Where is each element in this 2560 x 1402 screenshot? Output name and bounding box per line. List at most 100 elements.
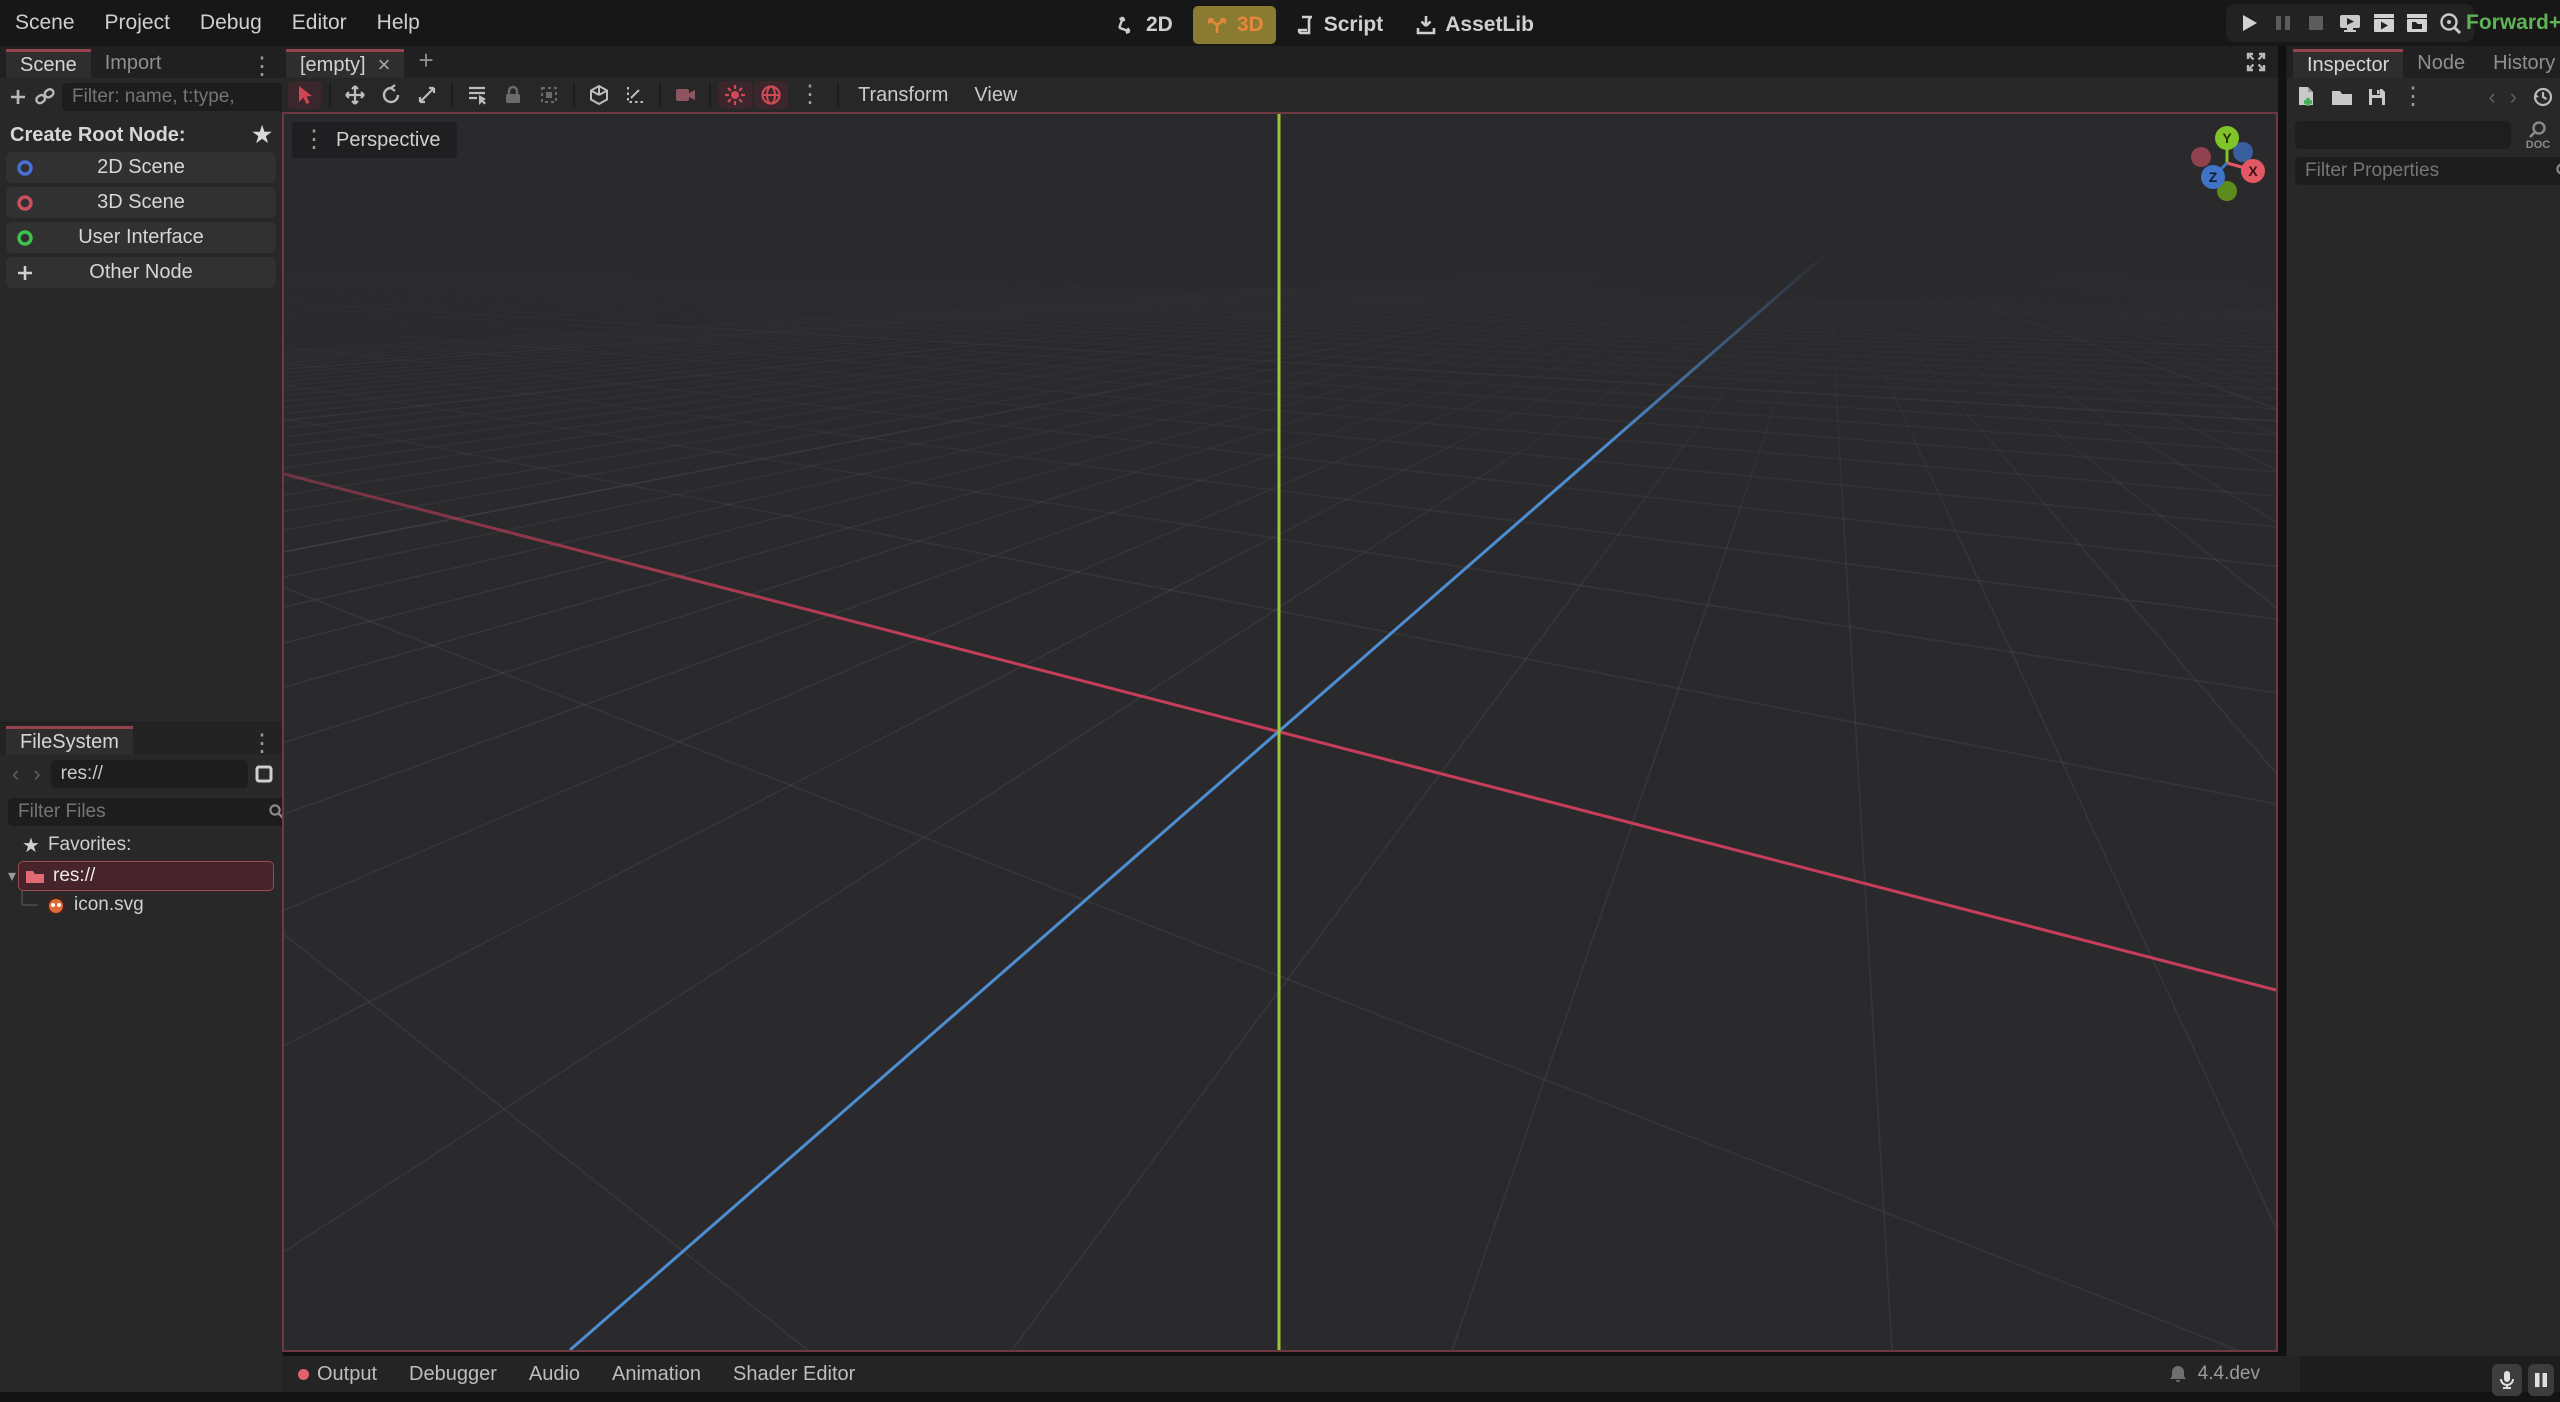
tree-branch-line xyxy=(16,891,38,919)
bottom-tab-audio[interactable]: Audio xyxy=(513,1356,596,1392)
open-docs-search-icon[interactable]: DOC xyxy=(2525,120,2551,150)
tab-filesystem[interactable]: FileSystem xyxy=(6,726,133,755)
transform-menu[interactable]: Transform xyxy=(846,84,960,107)
perspective-menu[interactable]: ⋮ Perspective xyxy=(292,122,457,158)
control-node-icon xyxy=(16,229,34,247)
inspector-toolbar: ⋮ ‹ › xyxy=(2287,78,2560,116)
filesystem-menu-icon[interactable]: ⋮ xyxy=(242,739,282,749)
tree-root-row[interactable]: ▾ res:// xyxy=(0,861,282,891)
scene-dock-tabbar: Scene Import ⋮ xyxy=(0,46,282,78)
microphone-button[interactable] xyxy=(2492,1364,2522,1396)
workspace-3d-button[interactable]: 3D xyxy=(1193,6,1276,44)
movie-maker-icon[interactable] xyxy=(2437,9,2465,37)
create-root-node-row: Create Root Node: ★ xyxy=(0,116,282,152)
camera-preview-icon[interactable] xyxy=(668,81,702,109)
toggle-split-mode-icon[interactable] xyxy=(254,764,274,784)
workspace-2d-button[interactable]: 2D xyxy=(1104,6,1185,44)
history-forward-icon[interactable]: › xyxy=(29,761,44,787)
play-scene-button[interactable] xyxy=(2370,9,2398,37)
new-resource-icon[interactable] xyxy=(2295,86,2317,108)
resource-menu-icon[interactable]: ⋮ xyxy=(2393,92,2433,102)
node2d-icon xyxy=(16,159,34,177)
tab-import[interactable]: Import xyxy=(91,49,176,78)
viewport-toolbar: ⋮ Transform View xyxy=(282,78,2278,112)
menu-debug[interactable]: Debug xyxy=(185,0,277,46)
viewport-3d[interactable]: ⋮ Perspective Y X Z xyxy=(282,112,2278,1352)
workspace-assetlib-button[interactable]: AssetLib xyxy=(1403,6,1546,44)
tab-history[interactable]: History xyxy=(2479,49,2560,78)
stop-button[interactable] xyxy=(2302,9,2330,37)
scale-tool-button[interactable] xyxy=(410,81,444,109)
menu-scene[interactable]: Scene xyxy=(0,0,90,46)
scene-dock-menu-icon[interactable]: ⋮ xyxy=(242,62,282,72)
pause-indicator-button[interactable] xyxy=(2528,1364,2554,1396)
bottom-tab-debugger[interactable]: Debugger xyxy=(393,1356,513,1392)
pause-bars-icon xyxy=(2534,1372,2548,1388)
menu-help[interactable]: Help xyxy=(362,0,435,46)
play-custom-scene-button[interactable] xyxy=(2403,9,2431,37)
filter-properties-input[interactable] xyxy=(2295,157,2560,185)
axis-gizmo[interactable]: Y X Z xyxy=(2157,114,2278,234)
preview-options-menu-icon[interactable]: ⋮ xyxy=(790,90,830,100)
edit-back-icon[interactable]: ‹ xyxy=(2484,84,2499,110)
edit-forward-icon[interactable]: › xyxy=(2506,84,2521,110)
pause-button[interactable] xyxy=(2269,9,2297,37)
save-icon[interactable] xyxy=(2367,87,2387,107)
distraction-free-icon[interactable] xyxy=(2246,52,2266,72)
instance-scene-link-icon[interactable] xyxy=(34,87,56,107)
bottom-tab-output[interactable]: Output xyxy=(282,1356,393,1392)
view-menu[interactable]: View xyxy=(962,84,1029,107)
scene-tab-bar: [empty] × + xyxy=(282,46,2278,78)
tab-node[interactable]: Node xyxy=(2403,49,2479,78)
playback-controls xyxy=(2226,4,2474,42)
folder-icon xyxy=(25,868,45,884)
ruler-icon[interactable] xyxy=(618,81,652,109)
svg-text:Y: Y xyxy=(2222,130,2232,146)
menu-project[interactable]: Project xyxy=(90,0,185,46)
select-tool-button[interactable] xyxy=(288,81,322,109)
create-2d-scene-button[interactable]: 2D Scene xyxy=(6,152,276,183)
gizmo-neg-x-ball[interactable] xyxy=(2191,147,2211,167)
list-select-icon[interactable] xyxy=(460,81,494,109)
viewport-axes xyxy=(284,114,2276,1350)
tab-scene[interactable]: Scene xyxy=(6,49,91,78)
load-resource-folder-icon[interactable] xyxy=(2331,88,2353,106)
svg-text:Z: Z xyxy=(2209,169,2218,185)
snap-cube-icon[interactable] xyxy=(582,81,616,109)
move-tool-button[interactable] xyxy=(338,81,372,109)
menu-editor[interactable]: Editor xyxy=(277,0,362,46)
filter-files-input[interactable] xyxy=(8,798,293,826)
add-node-icon[interactable] xyxy=(8,87,28,107)
edit-history-icon[interactable] xyxy=(2531,86,2553,108)
tree-file-row[interactable]: icon.svg xyxy=(0,891,282,919)
lock-icon[interactable] xyxy=(496,81,530,109)
bottom-tab-shader-editor[interactable]: Shader Editor xyxy=(717,1356,871,1392)
selected-folder-row[interactable]: res:// xyxy=(18,861,274,891)
play-button[interactable] xyxy=(2235,9,2263,37)
new-scene-tab-button[interactable]: + xyxy=(404,45,447,78)
preview-sunlight-icon[interactable] xyxy=(718,81,752,109)
inspector-dock: Inspector Node History ⋮ ⋮ ‹ › DOC xyxy=(2286,46,2560,1360)
preview-environment-icon[interactable] xyxy=(754,81,788,109)
notification-bell-icon[interactable] xyxy=(2168,1364,2188,1384)
tab-inspector[interactable]: Inspector xyxy=(2293,49,2403,78)
renderer-dropdown[interactable]: Forward+ xyxy=(2466,0,2560,46)
create-other-node-button[interactable]: Other Node xyxy=(6,257,276,288)
favorites-star-icon[interactable]: ★ xyxy=(252,122,272,148)
remote-debug-icon[interactable] xyxy=(2336,9,2364,37)
star-icon: ★ xyxy=(22,833,40,858)
group-icon[interactable] xyxy=(532,81,566,109)
close-icon[interactable]: × xyxy=(378,52,391,78)
workspace-script-button[interactable]: Script xyxy=(1284,6,1396,44)
create-3d-scene-button[interactable]: 3D Scene xyxy=(6,187,276,218)
inspector-object-row: DOC xyxy=(2287,116,2560,150)
collapse-caret-icon[interactable]: ▾ xyxy=(8,866,16,886)
create-user-interface-button[interactable]: User Interface xyxy=(6,222,276,253)
rotate-tool-button[interactable] xyxy=(374,81,408,109)
history-back-icon[interactable]: ‹ xyxy=(8,761,23,787)
favorites-row[interactable]: ★ Favorites: xyxy=(0,831,282,859)
bottom-tab-animation[interactable]: Animation xyxy=(596,1356,717,1392)
scene-tab-empty[interactable]: [empty] × xyxy=(286,49,404,78)
viewport-menu-dots-icon: ⋮ xyxy=(302,135,326,145)
inspector-tabbar: Inspector Node History ⋮ xyxy=(2287,46,2560,78)
